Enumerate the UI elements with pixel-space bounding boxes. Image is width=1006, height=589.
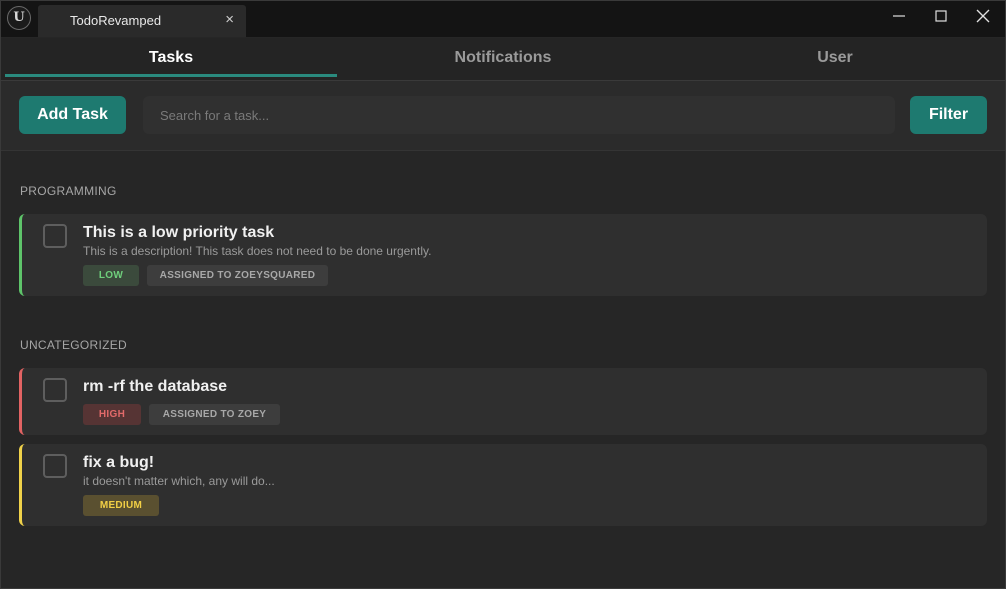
app-window: U TodoRevamped × Tasks Notifications Use… [0, 0, 1006, 589]
task-checkbox[interactable] [43, 224, 67, 248]
task-checkbox[interactable] [43, 454, 67, 478]
assignee-badge: ASSIGNED TO ZOEY [149, 404, 280, 425]
close-window-button[interactable] [963, 1, 1003, 31]
tab-close-icon[interactable]: × [225, 11, 234, 29]
task-title: rm -rf the database [83, 378, 228, 395]
priority-badge: LOW [83, 265, 139, 286]
task-title: This is a low priority task [83, 224, 275, 241]
main-tabs: Tasks Notifications User [1, 38, 1005, 81]
task-card[interactable]: rm -rf the database HIGH ASSIGNED TO ZOE… [19, 368, 987, 435]
task-card[interactable]: fix a bug! it doesn't matter which, any … [19, 444, 987, 526]
tab-tasks[interactable]: Tasks [5, 38, 337, 78]
active-tab-indicator [5, 74, 337, 77]
filter-button[interactable]: Filter [910, 96, 987, 134]
tab-notifications[interactable]: Notifications [337, 38, 669, 78]
task-description: This is a description! This task does no… [83, 244, 432, 258]
assignee-badge: ASSIGNED TO ZOEYSQUARED [147, 265, 328, 286]
priority-badge: MEDIUM [83, 495, 159, 516]
task-checkbox[interactable] [43, 378, 67, 402]
section-title-uncategorized: UNCATEGORIZED [20, 338, 128, 352]
unreal-logo-icon: U [7, 6, 31, 30]
minimize-icon [893, 15, 905, 17]
window-tab-label: TodoRevamped [70, 13, 162, 28]
minimize-button[interactable] [879, 1, 919, 31]
task-toolbar: Add Task Filter [1, 81, 1005, 151]
add-task-button[interactable]: Add Task [19, 96, 126, 134]
search-input[interactable] [143, 96, 895, 134]
tab-user[interactable]: User [669, 38, 1001, 78]
task-card[interactable]: This is a low priority task This is a de… [19, 214, 987, 296]
title-bar: U TodoRevamped × [1, 1, 1005, 37]
close-icon [976, 9, 990, 23]
maximize-button[interactable] [921, 1, 961, 31]
task-description: it doesn't matter which, any will do... [83, 474, 275, 488]
section-title-programming: PROGRAMMING [20, 184, 117, 198]
task-title: fix a bug! [83, 454, 155, 471]
maximize-icon [935, 10, 947, 22]
window-tab[interactable]: TodoRevamped × [38, 5, 246, 37]
search-box [143, 96, 895, 134]
priority-badge: HIGH [83, 404, 141, 425]
